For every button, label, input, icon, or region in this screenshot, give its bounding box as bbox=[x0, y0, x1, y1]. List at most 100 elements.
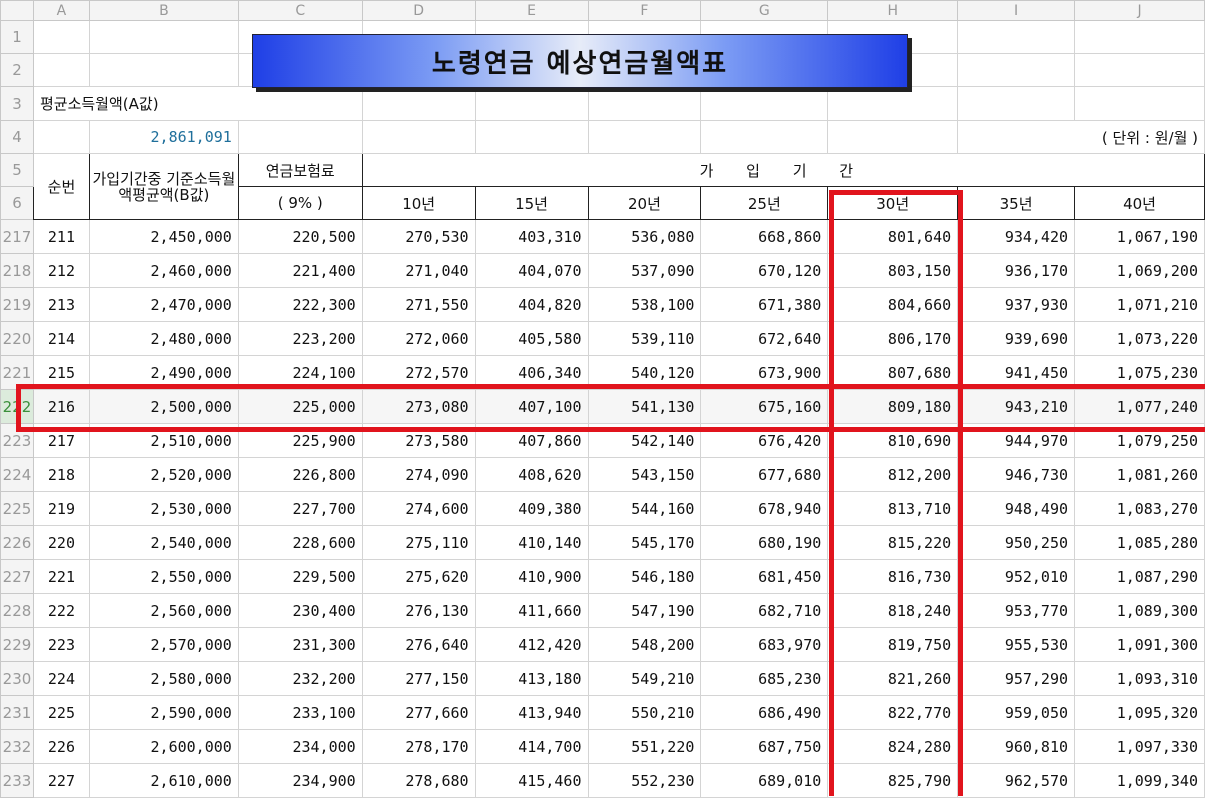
year-10-cell[interactable]: 273,580 bbox=[361, 423, 476, 458]
row-header[interactable]: 221 bbox=[0, 355, 34, 390]
header-year-25[interactable]: 25년 bbox=[700, 186, 829, 220]
year-35-cell[interactable]: 962,570 bbox=[957, 763, 1076, 798]
year-40-cell[interactable]: 1,067,190 bbox=[1074, 219, 1205, 254]
premium-cell[interactable]: 231,300 bbox=[237, 627, 363, 662]
year-10-cell[interactable]: 272,060 bbox=[361, 321, 476, 356]
year-30-cell[interactable]: 822,770 bbox=[827, 695, 959, 730]
year-20-cell[interactable]: 547,190 bbox=[587, 593, 702, 628]
cell[interactable] bbox=[700, 120, 829, 154]
year-15-cell[interactable]: 412,420 bbox=[474, 627, 589, 662]
year-15-cell[interactable]: 406,340 bbox=[474, 355, 589, 390]
year-20-cell[interactable]: 551,220 bbox=[587, 729, 702, 764]
seq-cell[interactable]: 212 bbox=[32, 253, 90, 288]
seq-cell[interactable]: 221 bbox=[32, 559, 90, 594]
row-header[interactable]: 220 bbox=[0, 321, 34, 356]
base-income-cell[interactable]: 2,540,000 bbox=[88, 525, 239, 560]
year-15-cell[interactable]: 407,860 bbox=[474, 423, 589, 458]
year-15-cell[interactable]: 408,620 bbox=[474, 457, 589, 492]
year-40-cell[interactable]: 1,071,210 bbox=[1074, 287, 1205, 322]
year-40-cell[interactable]: 1,091,300 bbox=[1074, 627, 1205, 662]
base-income-cell[interactable]: 2,550,000 bbox=[88, 559, 239, 594]
year-20-cell[interactable]: 538,100 bbox=[587, 287, 702, 322]
premium-cell[interactable]: 221,400 bbox=[237, 253, 363, 288]
year-25-cell[interactable]: 677,680 bbox=[700, 457, 829, 492]
cell[interactable] bbox=[88, 20, 239, 54]
year-30-cell[interactable]: 803,150 bbox=[827, 253, 959, 288]
year-20-cell[interactable]: 548,200 bbox=[587, 627, 702, 662]
year-40-cell[interactable]: 1,099,340 bbox=[1074, 763, 1205, 798]
row-header[interactable]: 5 bbox=[0, 153, 34, 187]
year-30-cell[interactable]: 801,640 bbox=[827, 219, 959, 254]
year-40-cell[interactable]: 1,075,230 bbox=[1074, 355, 1205, 390]
year-35-cell[interactable]: 934,420 bbox=[957, 219, 1076, 254]
year-40-cell[interactable]: 1,097,330 bbox=[1074, 729, 1205, 764]
year-25-cell[interactable]: 678,940 bbox=[700, 491, 829, 526]
premium-cell[interactable]: 222,300 bbox=[237, 287, 363, 322]
base-income-cell[interactable]: 2,600,000 bbox=[88, 729, 239, 764]
year-25-cell[interactable]: 681,450 bbox=[700, 559, 829, 594]
cell[interactable] bbox=[474, 86, 589, 121]
year-10-cell[interactable]: 277,150 bbox=[361, 661, 476, 696]
year-15-cell[interactable]: 413,180 bbox=[474, 661, 589, 696]
year-35-cell[interactable]: 943,210 bbox=[957, 389, 1076, 424]
premium-cell[interactable]: 229,500 bbox=[237, 559, 363, 594]
cell[interactable] bbox=[827, 120, 959, 154]
year-25-cell[interactable]: 685,230 bbox=[700, 661, 829, 696]
year-15-cell[interactable]: 413,940 bbox=[474, 695, 589, 730]
year-15-cell[interactable]: 404,070 bbox=[474, 253, 589, 288]
seq-cell[interactable]: 220 bbox=[32, 525, 90, 560]
premium-cell[interactable]: 224,100 bbox=[237, 355, 363, 390]
year-40-cell[interactable]: 1,085,280 bbox=[1074, 525, 1205, 560]
column-header-c[interactable]: C bbox=[237, 0, 363, 21]
premium-cell[interactable]: 233,100 bbox=[237, 695, 363, 730]
year-35-cell[interactable]: 939,690 bbox=[957, 321, 1076, 356]
cell[interactable] bbox=[957, 53, 1076, 87]
premium-cell[interactable]: 232,200 bbox=[237, 661, 363, 696]
avg-income-value[interactable]: 2,861,091 bbox=[88, 120, 239, 154]
year-20-cell[interactable]: 540,120 bbox=[587, 355, 702, 390]
seq-cell[interactable]: 219 bbox=[32, 491, 90, 526]
premium-cell[interactable]: 230,400 bbox=[237, 593, 363, 628]
year-30-cell[interactable]: 819,750 bbox=[827, 627, 959, 662]
seq-cell[interactable]: 223 bbox=[32, 627, 90, 662]
year-30-cell[interactable]: 824,280 bbox=[827, 729, 959, 764]
year-10-cell[interactable]: 277,660 bbox=[361, 695, 476, 730]
seq-cell[interactable]: 217 bbox=[32, 423, 90, 458]
year-40-cell[interactable]: 1,083,270 bbox=[1074, 491, 1205, 526]
year-35-cell[interactable]: 955,530 bbox=[957, 627, 1076, 662]
year-25-cell[interactable]: 689,010 bbox=[700, 763, 829, 798]
year-15-cell[interactable]: 409,380 bbox=[474, 491, 589, 526]
year-20-cell[interactable]: 544,160 bbox=[587, 491, 702, 526]
year-35-cell[interactable]: 948,490 bbox=[957, 491, 1076, 526]
row-header[interactable]: 228 bbox=[0, 593, 34, 628]
header-premium-rate[interactable]: ( 9% ) bbox=[237, 186, 363, 220]
year-10-cell[interactable]: 271,040 bbox=[361, 253, 476, 288]
year-20-cell[interactable]: 549,210 bbox=[587, 661, 702, 696]
base-income-cell[interactable]: 2,580,000 bbox=[88, 661, 239, 696]
cell[interactable] bbox=[1074, 20, 1205, 54]
year-35-cell[interactable]: 952,010 bbox=[957, 559, 1076, 594]
year-10-cell[interactable]: 274,090 bbox=[361, 457, 476, 492]
base-income-cell[interactable]: 2,570,000 bbox=[88, 627, 239, 662]
base-income-cell[interactable]: 2,530,000 bbox=[88, 491, 239, 526]
row-header[interactable]: 231 bbox=[0, 695, 34, 730]
year-30-cell[interactable]: 810,690 bbox=[827, 423, 959, 458]
column-header-d[interactable]: D bbox=[361, 0, 476, 21]
year-25-cell[interactable]: 671,380 bbox=[700, 287, 829, 322]
year-30-cell[interactable]: 821,260 bbox=[827, 661, 959, 696]
seq-cell[interactable]: 224 bbox=[32, 661, 90, 696]
year-35-cell[interactable]: 959,050 bbox=[957, 695, 1076, 730]
row-header[interactable]: 219 bbox=[0, 287, 34, 322]
year-20-cell[interactable]: 537,090 bbox=[587, 253, 702, 288]
year-30-cell[interactable]: 816,730 bbox=[827, 559, 959, 594]
year-40-cell[interactable]: 1,089,300 bbox=[1074, 593, 1205, 628]
premium-cell[interactable]: 226,800 bbox=[237, 457, 363, 492]
header-seq[interactable]: 순번 bbox=[32, 153, 90, 220]
row-header[interactable]: 223 bbox=[0, 423, 34, 458]
column-header-b[interactable]: B bbox=[88, 0, 239, 21]
year-35-cell[interactable]: 950,250 bbox=[957, 525, 1076, 560]
header-year-30[interactable]: 30년 bbox=[827, 186, 959, 220]
unit-label[interactable]: ( 단위 : 원/월 ) bbox=[957, 120, 1205, 154]
base-income-cell[interactable]: 2,500,000 bbox=[88, 389, 239, 424]
year-20-cell[interactable]: 536,080 bbox=[587, 219, 702, 254]
